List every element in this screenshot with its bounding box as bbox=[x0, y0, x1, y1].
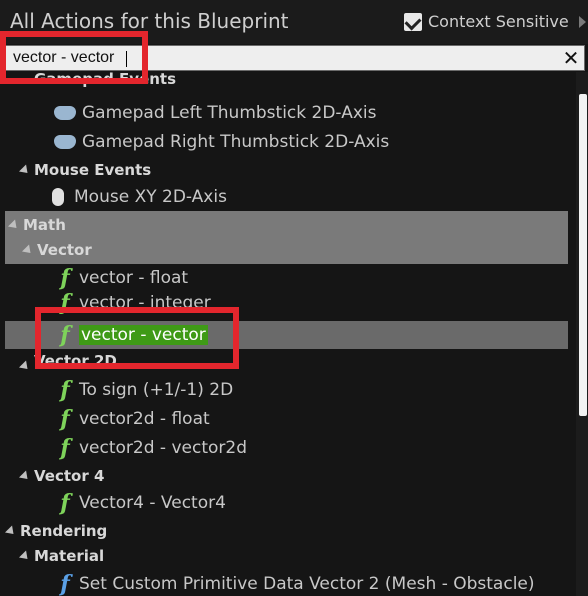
list-item-label: vector2d - vector2d bbox=[79, 438, 247, 458]
list-item[interactable]: f To sign (+1/-1) 2D bbox=[0, 376, 575, 404]
list-item-label: Gamepad Left Thumbstick 2D-Axis bbox=[82, 103, 377, 123]
scrollbar-thumb[interactable] bbox=[579, 94, 587, 416]
category-gamepad-events[interactable]: Gamepad Events bbox=[0, 72, 575, 88]
context-sensitive-toggle[interactable]: Context Sensitive bbox=[404, 12, 586, 31]
function-icon: f bbox=[60, 377, 70, 403]
text-caret bbox=[126, 51, 127, 67]
list-item[interactable]: Gamepad Right Thumbstick 2D-Axis bbox=[0, 128, 575, 156]
category-vector[interactable]: Vector bbox=[5, 236, 568, 264]
list-item[interactable]: f Vector4 - Vector4 bbox=[0, 489, 575, 517]
context-sensitive-checkbox[interactable] bbox=[404, 12, 422, 31]
list-item[interactable]: f vector - integer bbox=[0, 292, 575, 314]
category-rendering[interactable]: Rendering bbox=[0, 517, 575, 545]
collapse-triangle-icon[interactable] bbox=[18, 163, 32, 177]
list-item-label: To sign (+1/-1) 2D bbox=[79, 380, 234, 400]
category-label: Vector 4 bbox=[34, 467, 105, 485]
category-label: Vector bbox=[37, 241, 92, 259]
collapse-triangle-icon[interactable] bbox=[21, 243, 35, 257]
list-item-label: Vector4 - Vector4 bbox=[79, 493, 226, 513]
list-item[interactable]: f vector2d - float bbox=[0, 405, 575, 433]
list-item-label: Gamepad Right Thumbstick 2D-Axis bbox=[82, 132, 390, 152]
category-vector-4[interactable]: Vector 4 bbox=[0, 462, 575, 490]
action-tree: Gamepad Events Gamepad Left Thumbstick 2… bbox=[0, 72, 575, 596]
category-label: Rendering bbox=[20, 522, 108, 540]
search-input[interactable]: vector - vector ✕ bbox=[5, 45, 585, 71]
collapse-triangle-icon[interactable] bbox=[18, 549, 32, 563]
list-item-label: vector - vector bbox=[79, 325, 208, 345]
context-sensitive-label: Context Sensitive bbox=[428, 12, 569, 31]
category-math[interactable]: Math bbox=[5, 211, 568, 239]
list-item-label: vector - integer bbox=[79, 293, 211, 313]
list-item[interactable]: Mouse XY 2D-Axis bbox=[0, 183, 575, 211]
list-item[interactable]: f vector2d - vector2d bbox=[0, 434, 575, 462]
function-icon: f bbox=[60, 435, 70, 461]
category-label: Vector 2D bbox=[34, 354, 117, 370]
list-item-selected[interactable]: f vector - vector bbox=[5, 321, 568, 349]
list-item[interactable]: f vector - float bbox=[0, 264, 575, 292]
function-icon: f bbox=[60, 265, 70, 291]
list-item-label: vector - float bbox=[79, 268, 189, 288]
palette-title: All Actions for this Blueprint bbox=[10, 9, 289, 33]
list-item-label: Set Custom Primitive Data Vector 2 (Mesh… bbox=[79, 574, 535, 594]
list-item-label: vector2d - float bbox=[79, 409, 210, 429]
palette-header: All Actions for this Blueprint Context S… bbox=[0, 0, 588, 44]
scrollbar[interactable] bbox=[576, 72, 588, 596]
collapse-triangle-icon[interactable] bbox=[18, 360, 32, 370]
list-item[interactable]: Gamepad Left Thumbstick 2D-Axis bbox=[0, 99, 575, 127]
gamepad-icon bbox=[54, 135, 76, 149]
list-item[interactable]: f Set Custom Primitive Data Vector 2 (Me… bbox=[0, 570, 575, 596]
category-mouse-events[interactable]: Mouse Events bbox=[0, 156, 575, 184]
mouse-icon bbox=[52, 188, 64, 206]
gamepad-icon bbox=[54, 106, 76, 120]
search-value: vector - vector bbox=[13, 49, 115, 66]
category-label: Mouse Events bbox=[34, 161, 152, 179]
collapse-triangle-icon[interactable] bbox=[7, 218, 21, 232]
close-icon[interactable]: ✕ bbox=[560, 47, 582, 69]
category-label: Math bbox=[23, 216, 66, 234]
function-icon: f bbox=[60, 292, 70, 314]
function-icon: f bbox=[60, 406, 70, 432]
list-item-label: Mouse XY 2D-Axis bbox=[74, 187, 227, 207]
category-label: Material bbox=[34, 547, 105, 565]
category-material[interactable]: Material bbox=[0, 542, 575, 570]
category-vector-2d[interactable]: Vector 2D bbox=[0, 354, 575, 370]
collapse-triangle-icon[interactable] bbox=[18, 469, 32, 483]
collapse-triangle-icon[interactable] bbox=[4, 524, 18, 538]
expand-arrow-icon[interactable] bbox=[578, 15, 586, 28]
function-icon: f bbox=[60, 571, 70, 596]
function-icon: f bbox=[60, 322, 70, 348]
category-label: Gamepad Events bbox=[34, 72, 177, 88]
function-icon: f bbox=[60, 490, 70, 516]
